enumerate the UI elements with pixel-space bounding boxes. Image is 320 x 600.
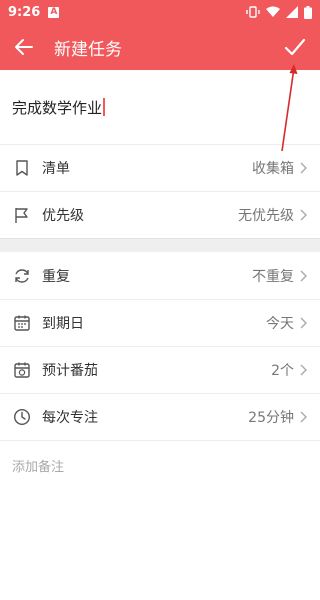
status-bar: 9:26 A (0, 0, 320, 24)
row-priority-label: 优先级 (42, 208, 84, 224)
task-title-area: 完成数学作业 (0, 70, 320, 144)
row-repeat-label: 重复 (42, 268, 70, 285)
chevron-right-icon (300, 317, 308, 329)
row-focus-duration[interactable]: 每次专注 25分钟 (0, 393, 320, 440)
back-button[interactable] (12, 35, 36, 59)
status-icons (246, 5, 312, 19)
checkmark-icon (284, 38, 306, 56)
bookmark-icon (12, 158, 32, 178)
chevron-right-icon (300, 364, 308, 376)
row-priority-value: 无优先级 (238, 208, 294, 224)
row-list[interactable]: 清单 收集箱 (0, 144, 320, 191)
status-time: 9:26 (8, 4, 41, 20)
clock-icon (12, 407, 32, 427)
row-repeat[interactable]: 重复 不重复 (0, 252, 320, 299)
row-pomodoro[interactable]: 预计番茄 2个 (0, 346, 320, 393)
row-pomodoro-value: 2个 (271, 363, 294, 379)
chevron-right-icon (300, 411, 308, 423)
add-note-placeholder: 添加备注 (12, 460, 65, 475)
row-list-value: 收集箱 (252, 161, 294, 177)
page-title: 新建任务 (54, 39, 122, 60)
settings-group-1: 清单 收集箱 优先级 无优先级 (0, 144, 320, 238)
row-repeat-value: 不重复 (252, 268, 294, 285)
vibrate-icon (246, 6, 260, 18)
text-cursor (103, 98, 106, 116)
settings-group-2: 重复 不重复 到期日 今天 预计番茄 2个 每次专注 25分钟 (0, 252, 320, 440)
app-bar: 新建任务 (0, 24, 320, 70)
add-note-field[interactable]: 添加备注 (0, 440, 320, 490)
section-divider (0, 238, 320, 252)
row-focus-duration-value: 25分钟 (248, 410, 294, 426)
signal-icon (286, 6, 298, 18)
row-due-date[interactable]: 到期日 今天 (0, 299, 320, 346)
calendar-icon (12, 313, 32, 333)
row-focus-duration-label: 每次专注 (42, 410, 98, 426)
chevron-right-icon (300, 209, 308, 221)
repeat-icon (12, 266, 32, 286)
battery-icon (304, 5, 312, 19)
wifi-icon (266, 6, 280, 17)
chevron-right-icon (300, 162, 308, 174)
row-priority[interactable]: 优先级 无优先级 (0, 191, 320, 238)
task-title-input[interactable]: 完成数学作业 (12, 97, 106, 118)
confirm-button[interactable] (282, 34, 308, 60)
chevron-right-icon (300, 270, 308, 282)
notification-icon: A (48, 6, 60, 18)
flag-icon (12, 205, 32, 225)
row-due-date-label: 到期日 (42, 316, 84, 332)
row-due-date-value: 今天 (266, 316, 294, 332)
task-title-text: 完成数学作业 (12, 98, 103, 117)
tomato-calendar-icon (12, 360, 32, 380)
back-arrow-icon (15, 39, 33, 55)
row-list-label: 清单 (42, 161, 70, 177)
row-pomodoro-label: 预计番茄 (42, 363, 98, 379)
